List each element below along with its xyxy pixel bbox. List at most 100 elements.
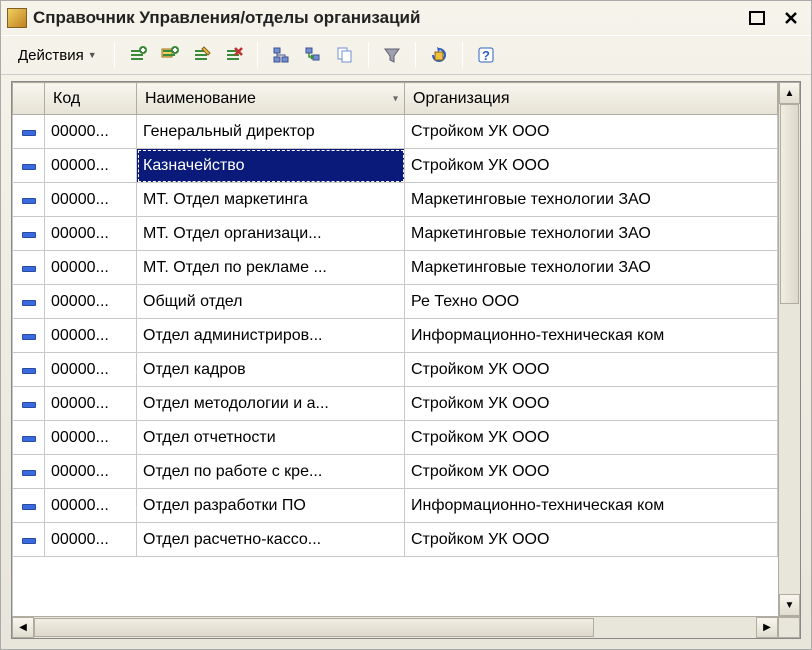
scroll-track[interactable] — [779, 104, 800, 594]
actions-label: Действия — [18, 47, 84, 64]
add-button[interactable] — [123, 40, 153, 70]
close-button[interactable] — [777, 6, 805, 30]
cell-name[interactable]: Отдел кадров — [137, 353, 405, 387]
cell-name[interactable]: Отдел администриров... — [137, 319, 405, 353]
row-icon-cell — [13, 489, 45, 523]
item-icon — [22, 402, 36, 408]
table-row[interactable]: 00000...Отдел кадровСтройком УК ООО — [13, 353, 778, 387]
scroll-track[interactable] — [34, 617, 756, 638]
cell-org[interactable]: Стройком УК ООО — [405, 115, 778, 149]
row-icon-cell — [13, 455, 45, 489]
cell-code[interactable]: 00000... — [45, 149, 137, 183]
table-row[interactable]: 00000...Отдел разработки ПОИнформационно… — [13, 489, 778, 523]
horizontal-scrollbar[interactable]: ◀ ▶ — [12, 616, 800, 638]
cell-org[interactable]: Стройком УК ООО — [405, 523, 778, 557]
cell-name[interactable]: Отдел по работе с кре... — [137, 455, 405, 489]
scroll-thumb[interactable] — [780, 104, 799, 304]
item-icon — [22, 232, 36, 238]
cell-name[interactable]: Генеральный директор — [137, 115, 405, 149]
cell-code[interactable]: 00000... — [45, 319, 137, 353]
help-button[interactable]: ? — [471, 40, 501, 70]
cell-org[interactable]: Стройком УК ООО — [405, 421, 778, 455]
item-icon — [22, 470, 36, 476]
cell-name[interactable]: Отдел расчетно-кассо... — [137, 523, 405, 557]
cell-code[interactable]: 00000... — [45, 285, 137, 319]
table-row[interactable]: 00000...Отдел отчетностиСтройком УК ООО — [13, 421, 778, 455]
cell-code[interactable]: 00000... — [45, 421, 137, 455]
scroll-down-button[interactable]: ▼ — [779, 594, 800, 616]
cell-name[interactable]: Отдел методологии и а... — [137, 387, 405, 421]
table-row[interactable]: 00000...Общий отделРе Техно ООО — [13, 285, 778, 319]
column-header-code[interactable]: Код — [45, 83, 137, 115]
cell-org[interactable]: Маркетинговые технологии ЗАО — [405, 217, 778, 251]
column-header-org[interactable]: Организация — [405, 83, 778, 115]
cell-org[interactable]: Маркетинговые технологии ЗАО — [405, 251, 778, 285]
item-icon — [22, 538, 36, 544]
cell-name[interactable]: Отдел разработки ПО — [137, 489, 405, 523]
grid: Код Наименование ▾ Организация 00000...Г… — [11, 81, 801, 639]
copy-button[interactable] — [330, 40, 360, 70]
filter-icon — [382, 45, 402, 65]
table-row[interactable]: 00000...МТ. Отдел организаци...Маркетинг… — [13, 217, 778, 251]
titlebar: Справочник Управления/отделы организаций — [1, 1, 811, 35]
grid-body[interactable]: Код Наименование ▾ Организация 00000...Г… — [12, 82, 778, 616]
table-row[interactable]: 00000...МТ. Отдел по рекламе ...Маркетин… — [13, 251, 778, 285]
cell-name[interactable]: МТ. Отдел маркетинга — [137, 183, 405, 217]
scroll-right-button[interactable]: ▶ — [756, 617, 778, 638]
scroll-left-button[interactable]: ◀ — [12, 617, 34, 638]
cell-code[interactable]: 00000... — [45, 183, 137, 217]
cell-code[interactable]: 00000... — [45, 217, 137, 251]
window-title: Справочник Управления/отделы организаций — [33, 8, 737, 28]
cell-org[interactable]: Ре Техно ООО — [405, 285, 778, 319]
column-header-name[interactable]: Наименование ▾ — [137, 83, 405, 115]
item-icon — [22, 436, 36, 442]
table-row[interactable]: 00000...Генеральный директорСтройком УК … — [13, 115, 778, 149]
toolbar: Действия ▼ — [1, 35, 811, 75]
row-icon-cell — [13, 217, 45, 251]
row-icon-cell — [13, 353, 45, 387]
row-icon-cell — [13, 387, 45, 421]
filter-button[interactable] — [377, 40, 407, 70]
cell-code[interactable]: 00000... — [45, 115, 137, 149]
delete-button[interactable] — [219, 40, 249, 70]
maximize-button[interactable] — [743, 6, 771, 30]
table-row[interactable]: 00000...Отдел расчетно-кассо...Стройком … — [13, 523, 778, 557]
table-row[interactable]: 00000...Отдел по работе с кре...Стройком… — [13, 455, 778, 489]
table-row[interactable]: 00000...Отдел администриров...Информацио… — [13, 319, 778, 353]
add-group-button[interactable] — [155, 40, 185, 70]
cell-code[interactable]: 00000... — [45, 353, 137, 387]
vertical-scrollbar[interactable]: ▲ ▼ — [778, 82, 800, 616]
table-row[interactable]: 00000...Отдел методологии и а...Стройком… — [13, 387, 778, 421]
cell-name[interactable]: Казначейство — [137, 149, 405, 183]
cell-org[interactable]: Стройком УК ООО — [405, 455, 778, 489]
table-row[interactable]: 00000...МТ. Отдел маркетингаМаркетинговы… — [13, 183, 778, 217]
cell-code[interactable]: 00000... — [45, 489, 137, 523]
row-icon-cell — [13, 319, 45, 353]
cell-org[interactable]: Стройком УК ООО — [405, 387, 778, 421]
scroll-up-button[interactable]: ▲ — [779, 82, 800, 104]
refresh-button[interactable] — [424, 40, 454, 70]
delete-icon — [224, 45, 244, 65]
actions-menu-button[interactable]: Действия ▼ — [9, 43, 106, 68]
table-row[interactable]: 00000...КазначействоСтройком УК ООО — [13, 149, 778, 183]
cell-org[interactable]: Информационно-техническая ком — [405, 319, 778, 353]
cell-name[interactable]: Общий отдел — [137, 285, 405, 319]
cell-org[interactable]: Стройком УК ООО — [405, 149, 778, 183]
cell-org[interactable]: Стройком УК ООО — [405, 353, 778, 387]
column-header-icon[interactable] — [13, 83, 45, 115]
move-button[interactable] — [298, 40, 328, 70]
cell-name[interactable]: МТ. Отдел по рекламе ... — [137, 251, 405, 285]
hierarchy-button[interactable] — [266, 40, 296, 70]
cell-name[interactable]: МТ. Отдел организаци... — [137, 217, 405, 251]
separator — [114, 42, 115, 68]
item-icon — [22, 164, 36, 170]
cell-code[interactable]: 00000... — [45, 455, 137, 489]
cell-code[interactable]: 00000... — [45, 387, 137, 421]
cell-name[interactable]: Отдел отчетности — [137, 421, 405, 455]
cell-code[interactable]: 00000... — [45, 523, 137, 557]
cell-org[interactable]: Маркетинговые технологии ЗАО — [405, 183, 778, 217]
edit-button[interactable] — [187, 40, 217, 70]
cell-org[interactable]: Информационно-техническая ком — [405, 489, 778, 523]
scroll-thumb[interactable] — [34, 618, 594, 637]
cell-code[interactable]: 00000... — [45, 251, 137, 285]
